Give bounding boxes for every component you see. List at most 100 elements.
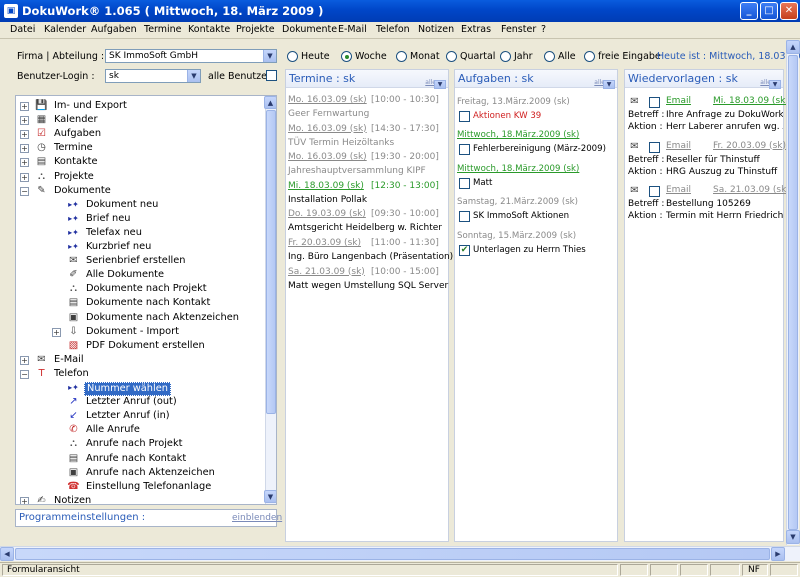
menu-projekte[interactable]: Projekte [236,24,275,35]
aufgabe-checkbox[interactable] [459,177,470,189]
tree-item-nummer-w-hlen[interactable]: ▸✦ Nummer wählen [16,381,264,396]
aufgabe-text[interactable]: Unterlagen zu Herrn Thies [473,245,586,255]
menu-fenster[interactable]: Fenster [501,24,536,35]
expand-icon[interactable]: + [20,158,29,168]
aufgabe-checkbox[interactable] [459,211,470,223]
menu-kontakte[interactable]: Kontakte [188,24,230,35]
radio-quartal[interactable] [446,51,457,62]
expand-icon[interactable]: + [20,355,29,365]
menu-notizen[interactable]: Notizen [418,24,454,35]
tree-item-termine[interactable]: + ◷ Termine [16,141,264,155]
menu-termine[interactable]: Termine [144,24,182,35]
radio-woche[interactable] [341,51,352,62]
scroll-thumb[interactable] [266,110,276,414]
tree-item-anrufe-nach-aktenzeichen[interactable]: ▣ Anrufe nach Aktenzeichen [16,466,264,480]
termin-date[interactable]: Do. 19.03.09 (sk) [288,209,366,219]
window-horizontal-scrollbar[interactable]: ◀ ▶ [0,546,800,561]
aufgabe-checkbox[interactable] [459,111,470,122]
tree-item-alle-anrufe[interactable]: ✆ Alle Anrufe [16,423,264,437]
tree-item-im-und-export[interactable]: + 💾 Im- und Export [16,99,264,113]
chevron-down-icon[interactable]: ▼ [769,80,781,89]
scroll-down-icon[interactable]: ▼ [786,530,800,544]
expand-icon[interactable]: + [20,144,29,154]
window-vertical-scrollbar[interactable]: ▲ ▼ [786,40,800,545]
menu-[interactable]: ? [541,24,546,35]
menu-aufgaben[interactable]: Aufgaben [91,24,137,35]
aufgabe-text[interactable]: SK ImmoSoft Aktionen [473,211,569,221]
expand-icon[interactable]: + [20,102,29,111]
wiedervorlage-checkbox[interactable] [649,97,660,108]
wiedervorlage-type[interactable]: Email [666,141,691,151]
title-bar[interactable]: ▣ DokuWork® 1.065 ( Mittwoch, 18. März 2… [0,0,800,22]
tree-item-kurzbrief-neu[interactable]: ▸✦ Kurzbrief neu [16,240,264,254]
tree-item-dokumente-nach-aktenzeichen[interactable]: ▣ Dokumente nach Aktenzeichen [16,311,264,325]
radio-jahr[interactable] [500,51,511,62]
aufgabe-text[interactable]: Matt [473,178,492,188]
tree-item-dokument-import[interactable]: + ⇩ Dokument - Import [16,325,264,339]
tree-item-e-mail[interactable]: + ✉ E-Mail [16,353,264,367]
radio-alle[interactable] [544,51,555,62]
aufgabe-checkbox[interactable]: ✔ [459,244,470,256]
tree-item-anrufe-nach-kontakt[interactable]: ▤ Anrufe nach Kontakt [16,452,264,466]
tree-item-kalender[interactable]: + ▦ Kalender [16,113,264,127]
tree-item-telefax-neu[interactable]: ▸✦ Telefax neu [16,226,264,240]
termin-date[interactable]: Mo. 16.03.09 (sk) [288,124,367,134]
menu-dokumente[interactable]: Dokumente [282,24,337,35]
tree-item-kontakte[interactable]: + ▤ Kontakte [16,155,264,169]
menu-datei[interactable]: Datei [10,24,35,35]
scroll-right-icon[interactable]: ▶ [771,547,785,561]
termin-text[interactable]: Geer Fernwartung [288,109,369,119]
close-button[interactable]: ✕ [780,2,798,20]
termin-date[interactable]: Mo. 16.03.09 (sk) [288,95,367,105]
scroll-down-icon[interactable]: ▼ [264,490,276,503]
wiedervorlage-date[interactable]: Fr. 20.03.09 (sk) [713,141,786,151]
aufgabe-checkbox[interactable] [459,144,470,156]
expand-icon[interactable]: + [20,130,29,140]
tree-item-telefon[interactable]: − T Telefon [16,367,264,381]
alle-benutzer-checkbox[interactable] [266,70,277,81]
tree-item-alle-dokumente[interactable]: ✐ Alle Dokumente [16,268,264,282]
minimize-button[interactable]: _ [740,2,758,20]
expand-icon[interactable]: + [20,172,29,182]
wiedervorlage-checkbox[interactable] [649,186,660,197]
menu-telefon[interactable]: Telefon [376,24,410,35]
termin-date[interactable]: Sa. 21.03.09 (sk) [288,267,365,277]
expand-icon[interactable]: + [20,496,29,504]
termin-date[interactable]: Mo. 16.03.09 (sk) [288,152,367,162]
wiedervorlage-checkbox[interactable] [649,141,660,153]
tree-item-notizen[interactable]: + ✍ Notizen [16,494,264,504]
maximize-button[interactable]: □ [760,2,778,20]
tree-scrollbar[interactable]: ▲ ▼ [264,96,276,504]
expand-icon[interactable]: − [20,369,29,379]
wiedervorlage-type[interactable]: Email [666,96,691,106]
tree-item-aufgaben[interactable]: + ☑ Aufgaben [16,127,264,141]
tree-item-dokument-neu[interactable]: ▸✦ Dokument neu [16,198,264,212]
tree-item-brief-neu[interactable]: ▸✦ Brief neu [16,212,264,226]
expand-icon[interactable]: + [20,116,29,126]
login-select[interactable]: sk ▼ [105,69,201,83]
termin-text[interactable]: Installation Pollak [288,195,367,205]
tree-item-pdf-dokument-erstellen[interactable]: ▧ PDF Dokument erstellen [16,339,264,353]
wiedervorlage-type[interactable]: Email [666,185,691,195]
expand-icon[interactable]: + [52,327,61,337]
radio-heute[interactable] [287,51,298,62]
termin-date[interactable]: Mi. 18.03.09 (sk) [288,181,364,191]
tree-item-projekte[interactable]: + ⛬ Projekte [16,170,264,184]
termin-text[interactable]: TÜV Termin Heizöltanks [288,138,394,148]
wiedervorlage-date[interactable]: Sa. 21.03.09 (sk) [713,185,790,195]
termin-text[interactable]: Ing. Büro Langenbach (Präsentation) [288,252,453,262]
termin-text[interactable]: Matt wegen Umstellung SQL Server [288,281,448,291]
aufgabe-text[interactable]: Fehlerbereinigung (März-2009) [473,144,606,154]
tree-item-serienbrief-erstellen[interactable]: ✉ Serienbrief erstellen [16,254,264,268]
menu-extras[interactable]: Extras [461,24,491,35]
tree-item-dokumente-nach-projekt[interactable]: ⛬ Dokumente nach Projekt [16,282,264,296]
chevron-down-icon[interactable]: ▼ [434,80,446,89]
chevron-down-icon[interactable]: ▼ [263,50,276,62]
scroll-up-icon[interactable]: ▲ [786,40,800,54]
chevron-down-icon[interactable]: ▼ [603,80,615,89]
menu-email[interactable]: E-Mail [338,24,367,35]
termin-date[interactable]: Fr. 20.03.09 (sk) [288,238,361,248]
chevron-down-icon[interactable]: ▼ [187,70,200,82]
wiedervorlage-date[interactable]: Mi. 18.03.09 (sk) [713,96,789,106]
radio-monat[interactable] [396,51,407,62]
